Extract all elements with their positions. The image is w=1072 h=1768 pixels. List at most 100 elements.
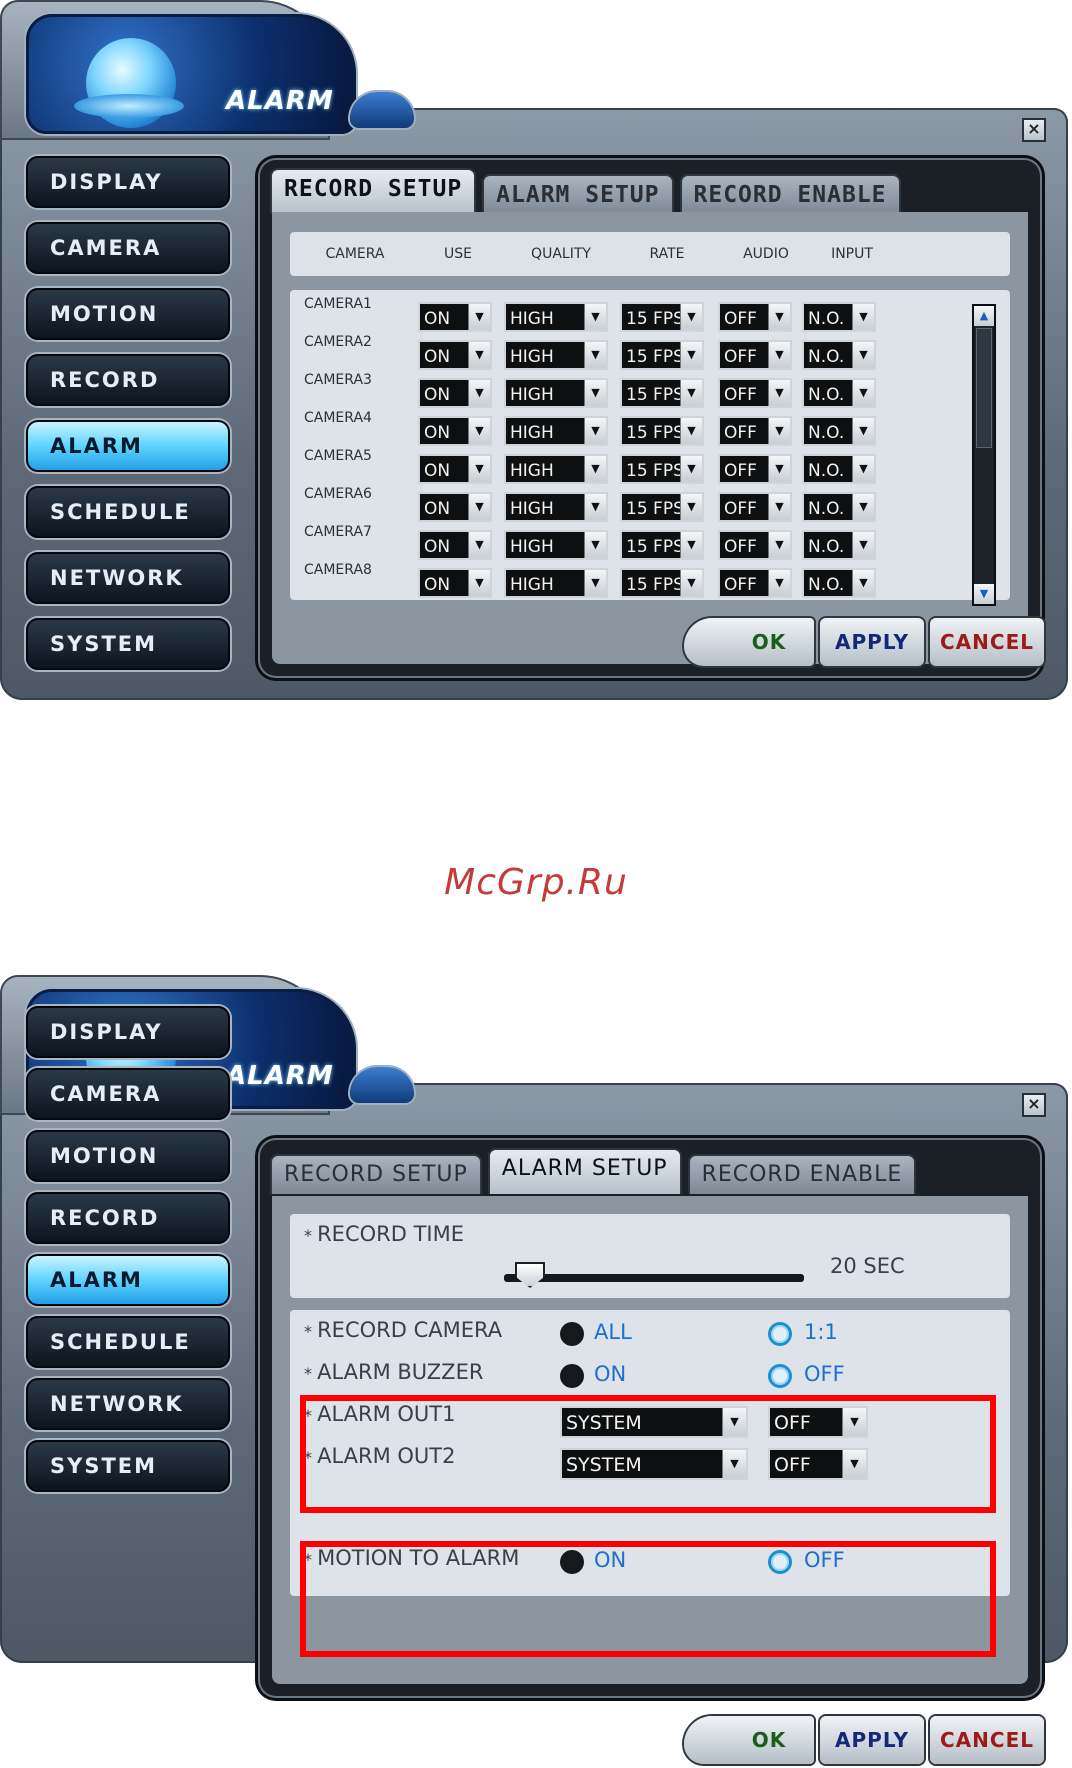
col-header-use: USE — [444, 246, 472, 262]
sidebar-item-network[interactable]: NETWORK — [26, 552, 230, 604]
col-header-audio: AUDIO — [743, 246, 789, 262]
tab-record-enable[interactable]: RECORD ENABLE — [679, 174, 901, 214]
chevron-down-icon: ▼ — [680, 570, 702, 596]
record-time-slider-knob[interactable] — [515, 1262, 545, 1288]
audio-select[interactable]: OFF ▼ — [718, 568, 792, 598]
sidebar-item-schedule[interactable]: SCHEDULE — [26, 1316, 230, 1368]
header-tab-decoration — [350, 92, 414, 128]
camera-name: CAMERA5 — [304, 448, 372, 464]
cancel-button[interactable]: CANCEL — [930, 618, 1044, 666]
alarm-buzzer-on-radio[interactable] — [560, 1364, 584, 1388]
record-time-section: RECORD TIME 20 SEC — [290, 1214, 1010, 1298]
chevron-down-icon: ▼ — [680, 380, 702, 406]
camera-name: CAMERA2 — [304, 334, 372, 350]
tab-record-setup[interactable]: RECORD SETUP — [270, 168, 477, 214]
ok-button[interactable]: OK — [724, 618, 814, 666]
record-camera-all-radio[interactable] — [560, 1322, 584, 1346]
sidebar-item-schedule[interactable]: SCHEDULE — [26, 486, 230, 538]
sidebar-item-network[interactable]: NETWORK — [26, 1378, 230, 1430]
sidebar-item-alarm[interactable]: ALARM — [26, 420, 230, 472]
col-header-input: INPUT — [831, 246, 873, 262]
chevron-down-icon: ▼ — [584, 380, 606, 406]
alarm-buzzer-off-radio[interactable] — [768, 1364, 792, 1388]
camera-name: CAMERA8 — [304, 562, 372, 578]
header-tab-decoration — [350, 1067, 414, 1103]
chevron-down-icon: ▼ — [768, 532, 790, 558]
record-camera-1to1-label: 1:1 — [804, 1320, 838, 1344]
sidebar-item-alarm[interactable]: ALARM — [26, 1254, 230, 1306]
apply-button[interactable]: APPLY — [820, 1716, 924, 1764]
chevron-down-icon: ▼ — [852, 342, 874, 368]
input-value: N.O. — [808, 499, 845, 519]
chevron-down-icon: ▼ — [584, 494, 606, 520]
audio-value: OFF — [724, 461, 757, 481]
cancel-button[interactable]: CANCEL — [930, 1716, 1044, 1764]
alarm-buzzer-label: ALARM BUZZER — [304, 1360, 483, 1384]
quality-select[interactable]: HIGH ▼ — [504, 568, 608, 598]
quality-value: HIGH — [510, 423, 554, 443]
ok-button[interactable]: OK — [724, 1716, 814, 1764]
sidebar-item-system[interactable]: SYSTEM — [26, 618, 230, 670]
sidebar-item-camera[interactable]: CAMERA — [26, 1068, 230, 1120]
record-camera-1to1-radio[interactable] — [768, 1322, 792, 1346]
alarm-window-record-setup: ALARM × DISPLAY CAMERA MOTION RECORD ALA… — [0, 0, 1072, 760]
quality-value: HIGH — [510, 499, 554, 519]
chevron-down-icon: ▼ — [680, 418, 702, 444]
apply-button[interactable]: APPLY — [820, 618, 924, 666]
close-button[interactable]: × — [1022, 118, 1046, 142]
chevron-down-icon: ▼ — [584, 418, 606, 444]
chevron-down-icon: ▼ — [680, 456, 702, 482]
quality-value: HIGH — [510, 385, 554, 405]
use-select[interactable]: ON ▼ — [418, 568, 492, 598]
audio-value: OFF — [724, 499, 757, 519]
use-value: ON — [424, 385, 451, 405]
sidebar-item-display[interactable]: DISPLAY — [26, 156, 230, 208]
camera-name: CAMERA3 — [304, 372, 372, 388]
close-button[interactable]: × — [1022, 1093, 1046, 1117]
input-value: N.O. — [808, 385, 845, 405]
audio-value: OFF — [724, 385, 757, 405]
sidebar-item-system[interactable]: SYSTEM — [26, 1440, 230, 1492]
input-select[interactable]: N.O. ▼ — [802, 568, 876, 598]
chevron-down-icon: ▼ — [852, 456, 874, 482]
audio-value: OFF — [724, 537, 757, 557]
chevron-down-icon: ▼ — [468, 304, 490, 330]
tab-record-enable[interactable]: RECORD ENABLE — [687, 1154, 917, 1194]
audio-value: OFF — [724, 575, 757, 595]
tab-bar: RECORD SETUP ALARM SETUP RECORD ENABLE — [270, 1148, 917, 1196]
col-header-rate: RATE — [649, 246, 685, 262]
input-value: N.O. — [808, 537, 845, 557]
sidebar-item-motion[interactable]: MOTION — [26, 288, 230, 340]
chevron-down-icon: ▼ — [584, 304, 606, 330]
sidebar-item-display[interactable]: DISPLAY — [26, 1006, 230, 1058]
rate-select[interactable]: 15 FPS ▼ — [620, 568, 704, 598]
chevron-down-icon: ▼ — [680, 532, 702, 558]
watermark-text: McGrp.Ru — [444, 862, 628, 903]
highlight-box-alarm-outputs — [300, 1395, 996, 1513]
tab-record-setup[interactable]: RECORD SETUP — [270, 1154, 482, 1194]
highlight-box-motion-to-alarm — [300, 1541, 996, 1657]
record-setup-body: CAMERA USE QUALITY RATE AUDIO INPUT ▲ ▼ … — [272, 212, 1028, 664]
use-value: ON — [424, 309, 451, 329]
chevron-down-icon: ▼ — [768, 418, 790, 444]
chevron-down-icon: ▼ — [768, 494, 790, 520]
chevron-down-icon: ▼ — [468, 494, 490, 520]
chevron-down-icon: ▼ — [584, 570, 606, 596]
camera-name: CAMERA1 — [304, 296, 372, 312]
tab-bar: RECORD SETUP ALARM SETUP RECORD ENABLE — [270, 168, 901, 216]
chevron-down-icon: ▼ — [468, 532, 490, 558]
sidebar-item-record[interactable]: RECORD — [26, 1192, 230, 1244]
sidebar-item-motion[interactable]: MOTION — [26, 1130, 230, 1182]
sidebar-item-camera[interactable]: CAMERA — [26, 222, 230, 274]
chevron-down-icon: ▼ — [468, 456, 490, 482]
chevron-down-icon: ▼ — [680, 304, 702, 330]
quality-value: HIGH — [510, 461, 554, 481]
sidebar-item-record[interactable]: RECORD — [26, 354, 230, 406]
rate-value: 15 FPS — [626, 575, 684, 595]
rate-value: 15 FPS — [626, 309, 684, 329]
chevron-down-icon: ▼ — [852, 380, 874, 406]
record-time-slider[interactable] — [504, 1274, 804, 1282]
logo-base — [74, 94, 184, 118]
tab-alarm-setup[interactable]: ALARM SETUP — [482, 174, 674, 214]
tab-alarm-setup[interactable]: ALARM SETUP — [487, 1148, 682, 1194]
